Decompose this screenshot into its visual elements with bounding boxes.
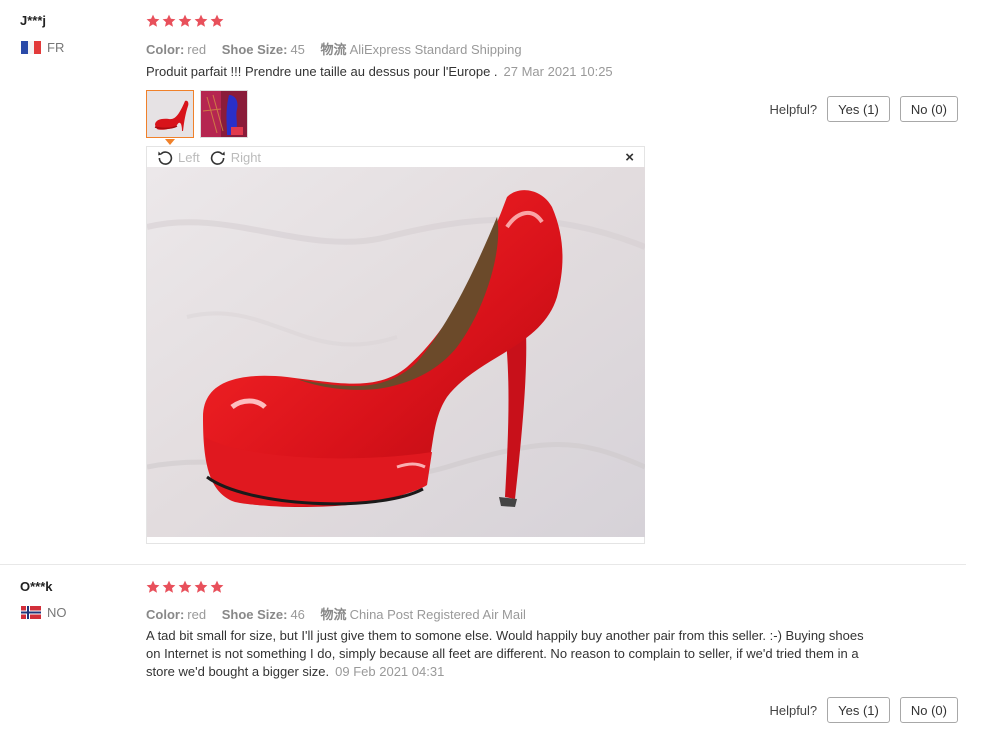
order-info: Color: red Shoe Size: 45 物流 AliExpress Stan… <box>146 39 534 58</box>
size-label: Shoe Size: <box>221 607 288 622</box>
review-text: Produit parfait !!! Prendre une taille a… <box>146 63 866 81</box>
country-code: FR <box>47 40 65 55</box>
rotate-right-button[interactable]: Right <box>210 149 261 165</box>
review-item: O***k NO Color: red Shoe Size: 46 物流 China … <box>0 565 986 742</box>
size-label: Shoe Size: <box>221 42 288 57</box>
size-value: 45 <box>290 42 305 57</box>
review-date: 27 Mar 2021 10:25 <box>503 64 613 79</box>
photo-thumbnail[interactable] <box>200 90 248 138</box>
country-code: NO <box>47 605 67 620</box>
size-value: 46 <box>290 607 305 622</box>
viewer-toolbar: Left Right × <box>147 147 644 167</box>
color-label: Color: <box>146 607 185 622</box>
red-high-heel-photo <box>147 167 645 537</box>
norway-flag-icon <box>21 606 41 619</box>
review-body: A tad bit small for size, but I'll just … <box>146 628 864 679</box>
star-icon <box>210 580 224 593</box>
order-info: Color: red Shoe Size: 46 物流 China Post Regi… <box>146 604 538 623</box>
france-flag-icon <box>21 41 41 54</box>
star-icon <box>194 14 208 27</box>
reviewer-name: O***k <box>20 579 53 594</box>
shipping-label: 物流 <box>320 607 347 622</box>
helpful-no-button[interactable]: No (0) <box>899 96 958 122</box>
star-icon <box>178 14 192 27</box>
review-item: J***j FR Color: red Shoe Size: 45 物流 AliExp… <box>0 0 986 564</box>
color-value: red <box>187 607 207 622</box>
rotate-left-button[interactable]: Left <box>157 149 200 165</box>
review-text: A tad bit small for size, but I'll just … <box>146 627 866 681</box>
rotate-left-icon <box>158 151 173 165</box>
shipping-label: 物流 <box>320 42 347 57</box>
shipping-value: AliExpress Standard Shipping <box>349 42 522 57</box>
review-photo <box>147 167 645 537</box>
photo-viewer: Left Right × <box>146 146 645 544</box>
color-label: Color: <box>146 42 185 57</box>
shipping-value: China Post Registered Air Mail <box>349 607 526 622</box>
star-icon <box>210 14 224 27</box>
color-value: red <box>187 42 207 57</box>
rotate-left-label: Left <box>178 149 200 165</box>
star-icon <box>162 580 176 593</box>
helpful-label: Helpful? <box>769 702 818 718</box>
photo-thumbnails <box>146 90 248 138</box>
star-icon <box>146 14 160 27</box>
helpful-yes-button[interactable]: Yes (1) <box>827 96 890 122</box>
reviewer-name: J***j <box>20 13 47 28</box>
helpful-votes: Helpful? Yes (1) No (0) <box>769 697 958 723</box>
active-thumbnail-pointer <box>165 139 175 145</box>
review-body: Produit parfait !!! Prendre une taille a… <box>146 64 498 79</box>
rotate-right-icon <box>210 151 225 165</box>
shoe-photo-thumbnail <box>201 91 247 137</box>
close-viewer-button[interactable]: × <box>625 149 634 166</box>
helpful-yes-button[interactable]: Yes (1) <box>827 697 890 723</box>
star-icon <box>178 580 192 593</box>
review-date: 09 Feb 2021 04:31 <box>335 664 445 679</box>
photo-thumbnail[interactable] <box>146 90 194 138</box>
shoe-photo-thumbnail <box>147 91 193 137</box>
star-icon <box>162 14 176 27</box>
rotate-right-label: Right <box>230 149 262 165</box>
star-icon <box>194 580 208 593</box>
star-rating <box>146 580 224 594</box>
star-rating <box>146 14 224 28</box>
reviewer-country: FR <box>21 40 64 55</box>
helpful-no-button[interactable]: No (0) <box>899 697 958 723</box>
helpful-votes: Helpful? Yes (1) No (0) <box>769 96 958 122</box>
helpful-label: Helpful? <box>769 101 818 117</box>
star-icon <box>146 580 160 593</box>
reviewer-country: NO <box>21 605 67 620</box>
